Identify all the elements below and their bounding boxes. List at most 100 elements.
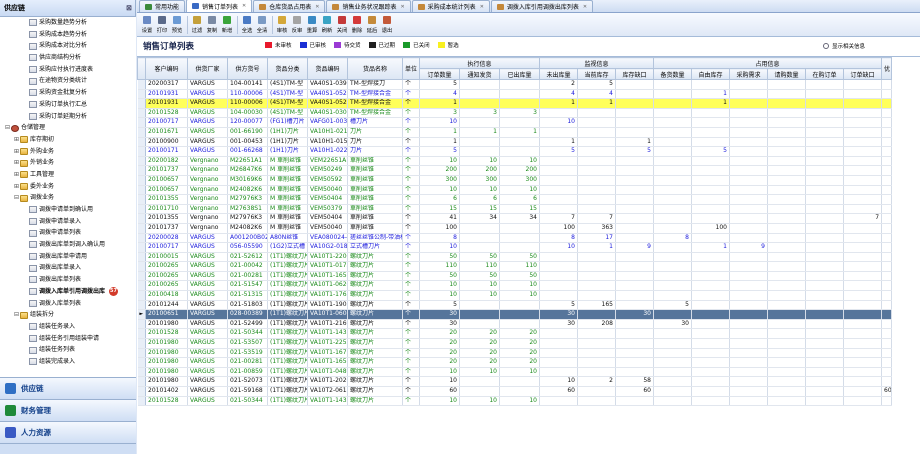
row-indicator[interactable] xyxy=(137,175,146,186)
table-row[interactable]: 20100418 VARGUS 021-51315 (1T1)螺纹刀片 VA10T1-1… xyxy=(137,290,893,301)
tree-item[interactable]: 在途物资分类统计 xyxy=(0,75,136,87)
table-cell[interactable]: VARGUS xyxy=(187,396,228,407)
column-header[interactable]: 在购订单 xyxy=(805,68,844,80)
close-icon[interactable]: ✕ xyxy=(400,4,404,10)
toolbar-button[interactable]: 反审 xyxy=(290,14,304,36)
table-cell[interactable] xyxy=(459,117,500,128)
table-cell[interactable] xyxy=(691,108,730,119)
table-cell[interactable]: 20100900 xyxy=(145,137,188,148)
table-cell[interactable] xyxy=(881,328,893,340)
table-cell[interactable] xyxy=(615,98,654,109)
table-cell[interactable] xyxy=(691,396,730,407)
table-cell[interactable] xyxy=(539,290,578,301)
table-cell[interactable] xyxy=(539,271,578,282)
table-cell[interactable]: VARGUS xyxy=(187,338,228,349)
table-cell[interactable]: 8 xyxy=(539,233,578,244)
table-cell[interactable] xyxy=(577,367,616,378)
table-cell[interactable] xyxy=(653,396,692,407)
table-cell[interactable] xyxy=(805,156,844,167)
table-cell[interactable] xyxy=(843,386,883,397)
table-cell[interactable] xyxy=(843,367,883,378)
table-cell[interactable]: (1T1)螺纹刀片 xyxy=(267,328,308,340)
table-cell[interactable] xyxy=(577,357,616,368)
table-cell[interactable] xyxy=(767,108,806,119)
table-cell[interactable] xyxy=(577,108,616,119)
table-cell[interactable]: 20100265 xyxy=(145,271,188,282)
table-cell[interactable]: 300 xyxy=(419,175,460,186)
table-row[interactable]: 20100717 VARGUS 056-05590 (1G2)立式槽 VA10G2-01… xyxy=(137,242,893,253)
table-cell[interactable] xyxy=(767,117,806,128)
show-related-toggle[interactable]: 显示相关信息 xyxy=(822,42,865,50)
table-cell[interactable]: 50 xyxy=(419,252,460,263)
table-cell[interactable]: 个 xyxy=(402,98,420,109)
table-cell[interactable]: 螺纹刀片 xyxy=(347,290,403,301)
table-cell[interactable]: (1T1)螺纹刀片 xyxy=(267,386,308,397)
table-cell[interactable]: 10 xyxy=(499,185,540,196)
table-cell[interactable]: 41 xyxy=(419,213,460,224)
table-cell[interactable] xyxy=(805,290,844,301)
table-cell[interactable] xyxy=(615,357,654,368)
table-cell[interactable] xyxy=(577,156,616,167)
table-cell[interactable]: 6 xyxy=(459,194,500,205)
table-cell[interactable] xyxy=(729,185,768,196)
table-cell[interactable]: 021-51315 xyxy=(227,290,268,301)
column-header[interactable]: 当前库存 xyxy=(577,68,616,80)
table-cell[interactable] xyxy=(729,233,768,244)
table-cell[interactable] xyxy=(729,89,768,100)
table-cell[interactable]: 螺纹刀片 xyxy=(347,376,403,387)
table-cell[interactable]: 17 xyxy=(577,233,616,244)
tree-item[interactable]: 组装任务列表 xyxy=(0,344,136,356)
table-cell[interactable] xyxy=(653,367,692,378)
table-cell[interactable] xyxy=(577,175,616,186)
row-indicator[interactable] xyxy=(137,357,146,368)
table-cell[interactable] xyxy=(805,338,844,349)
column-header[interactable]: 库存缺口 xyxy=(615,68,654,80)
table-cell[interactable]: 021-53507 xyxy=(227,338,268,349)
table-cell[interactable] xyxy=(729,146,768,157)
table-cell[interactable] xyxy=(691,185,730,196)
table-cell[interactable]: 1 xyxy=(419,98,460,109)
table-cell[interactable] xyxy=(767,213,806,224)
table-cell[interactable] xyxy=(539,367,578,378)
table-row[interactable]: 20101980 VARGUS 021-52073 (1T1)螺纹刀片 VA10T1-2… xyxy=(137,376,893,387)
table-cell[interactable] xyxy=(805,127,844,138)
table-cell[interactable]: VA10T1-1903 xyxy=(307,300,348,311)
table-cell[interactable]: VARGUS xyxy=(187,261,228,272)
table-cell[interactable] xyxy=(729,213,768,224)
table-cell[interactable]: 110 xyxy=(499,261,540,272)
toolbar-button[interactable]: 关闭 xyxy=(335,14,349,36)
table-cell[interactable]: 20 xyxy=(459,348,500,359)
expand-icon[interactable]: ⊟ xyxy=(13,309,20,321)
table-cell[interactable] xyxy=(499,146,540,157)
table-cell[interactable]: 021-00859 xyxy=(227,367,268,378)
table-cell[interactable] xyxy=(653,175,692,186)
table-cell[interactable]: 20101402 xyxy=(145,386,188,397)
table-cell[interactable]: 10 xyxy=(499,290,540,301)
table-cell[interactable]: 20100265 xyxy=(145,280,188,292)
table-cell[interactable]: VA40S1-0521 xyxy=(307,98,348,109)
table-cell[interactable]: 60 xyxy=(881,386,893,397)
table-cell[interactable] xyxy=(767,319,806,330)
row-indicator[interactable] xyxy=(137,137,146,148)
table-cell[interactable] xyxy=(805,386,844,397)
table-cell[interactable] xyxy=(499,89,540,100)
table-cell[interactable]: VARGUS xyxy=(187,386,228,397)
table-cell[interactable] xyxy=(805,376,844,387)
table-cell[interactable] xyxy=(729,156,768,167)
table-cell[interactable] xyxy=(843,309,883,320)
tree-item[interactable]: ⊟ 组装拆分 xyxy=(0,309,136,321)
table-cell[interactable] xyxy=(843,185,883,196)
table-cell[interactable] xyxy=(615,194,654,205)
table-cell[interactable] xyxy=(805,300,844,311)
table-cell[interactable]: M24082K6 xyxy=(227,223,268,234)
table-cell[interactable] xyxy=(539,261,578,272)
table-cell[interactable] xyxy=(539,127,578,138)
table-cell[interactable]: TM-型焊接合金 xyxy=(347,108,403,119)
table-cell[interactable]: 15 xyxy=(419,204,460,215)
table-cell[interactable] xyxy=(691,367,730,378)
table-cell[interactable] xyxy=(729,386,768,397)
table-cell[interactable]: 6 xyxy=(419,194,460,205)
row-indicator[interactable] xyxy=(137,367,146,378)
row-indicator[interactable] xyxy=(137,127,146,138)
table-cell[interactable] xyxy=(843,89,883,100)
